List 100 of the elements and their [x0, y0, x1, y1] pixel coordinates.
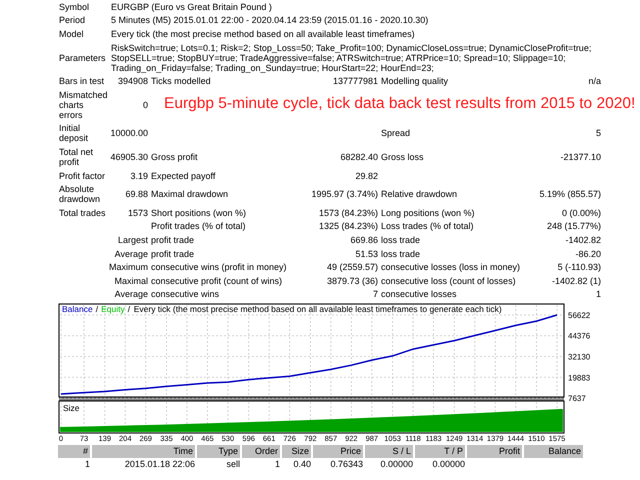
field-label: Model	[58, 28, 85, 39]
axis-tick-label: 19883	[568, 373, 590, 382]
field-value: 0	[142, 100, 148, 110]
field-value: 69.88	[124, 189, 148, 200]
field-value: 7	[372, 289, 378, 300]
table-cell-text: 1	[274, 458, 281, 472]
column-header: T / P	[415, 445, 467, 458]
field-label: Bars in test	[58, 76, 106, 86]
field-label: Absolute drawdown	[58, 184, 102, 204]
axis-tick-label: 32130	[568, 352, 590, 362]
field-value: 51.53	[354, 248, 378, 259]
column-header: S / L	[365, 445, 415, 458]
table-cell-text: 0.76343	[329, 458, 364, 472]
field-label: Mismatched charts errors	[58, 90, 106, 120]
field-label: Expected payoff	[150, 170, 216, 181]
field-value: 49 (2559.57)	[326, 262, 378, 272]
axis-tick-label: 7637	[568, 394, 586, 404]
field-value: -1402.82 (1)	[550, 276, 601, 286]
table-cell-text: 0.00000	[431, 458, 466, 472]
column-header: Size	[282, 445, 313, 458]
field-label: consecutive wins	[150, 289, 220, 300]
field-value: 394908	[116, 76, 148, 86]
field-label: Profit factor	[58, 170, 106, 181]
field-value: 137777981	[332, 76, 378, 86]
legend-label: Balance	[62, 304, 93, 314]
column-header: Price	[313, 445, 365, 458]
field-value: 5 Minutes (M5) 2015.01.01 22:00 - 2020.04.14 23:59 (2015.01.16 - 2020.10.30)	[110, 15, 430, 26]
field-label: profit trade	[150, 234, 196, 245]
legend-separator: /	[128, 304, 130, 314]
field-value: 10000.00	[109, 128, 148, 138]
field-label: Maximal drawdown	[150, 189, 230, 200]
field-value: 3.19	[129, 170, 148, 181]
field-label: Loss trades (% of total)	[380, 221, 475, 232]
field-value: 5 (-110.93)	[556, 262, 601, 272]
field-value: 5.19% (855.57)	[538, 189, 601, 200]
field-value: -21377.10	[559, 152, 601, 162]
field-value: 1573 (84.23%)	[318, 208, 378, 218]
field-label: loss trade	[380, 234, 422, 245]
field-value: Largest	[116, 234, 148, 245]
field-value: Every tick (the most precise method based on all available least timeframes)	[110, 28, 416, 39]
field-value: -1402.82	[564, 234, 601, 245]
field-value: Average	[114, 289, 148, 300]
legend-label: Equity	[101, 304, 125, 314]
table-cell-text: 0.00000	[379, 458, 414, 472]
field-value: -86.20	[574, 248, 601, 259]
column-header: Order	[242, 445, 282, 458]
field-value: 1995.97 (3.74%)	[310, 189, 378, 200]
field-label: Long positions (won %)	[380, 208, 476, 218]
column-header: #	[58, 445, 92, 458]
field-label: Total trades	[58, 208, 106, 218]
field-label: Total net profit	[58, 146, 94, 167]
field-value: 46905.30	[109, 152, 148, 162]
column-header: Balance	[524, 445, 585, 458]
field-value: 68282.40	[339, 152, 378, 162]
field-label: profit trade	[150, 248, 196, 259]
column-header: Profit	[467, 445, 524, 458]
column-header: Type	[197, 445, 242, 458]
annotation-text: Eurgbp 5-minute cycle, tick data back test results from 2015 to 2020!	[164, 94, 636, 113]
field-value: EURGBP (Euro vs Great Britain Pound )	[110, 2, 273, 12]
legend-separator: /	[96, 304, 98, 314]
field-value: RiskSwitch=true; Lots=0.1; Risk=2; Stop_Loss=50; Take_Profit=100; DynamicCloseLoss=true; DynamicCloseProfit=true; StopSELL=true; StopBUY=true; TradeAggressive=false; ATRSwitch=true; ATRPrice=10; Spread=10; Slippage=10; Trading_on_Friday=false; Trading_on_Sunday=true; HourStart=22; HourEnd=23;	[110, 42, 592, 73]
field-value: n/a	[587, 76, 601, 86]
field-value: 5	[594, 128, 601, 138]
field-value: 248 (15.77%)	[546, 221, 601, 232]
field-value: 1573	[126, 208, 148, 218]
field-label: Parameters	[58, 52, 106, 63]
field-label: Relative drawdown	[380, 189, 458, 200]
field-value: 0 (0.00%)	[560, 208, 601, 218]
field-label: consecutive loss (count of losses)	[380, 276, 517, 286]
field-label: consecutive losses	[380, 289, 458, 300]
field-label: consecutive wins (profit in money)	[150, 262, 288, 272]
table-cell-text: 1	[84, 458, 91, 472]
field-label: Short positions (won %)	[150, 208, 248, 218]
field-value: Average	[114, 248, 148, 259]
table-cell-text: sell	[225, 458, 241, 472]
field-label: Period	[58, 15, 86, 26]
field-value: 1	[594, 289, 601, 300]
table-cell-text: 0.40	[292, 458, 312, 472]
field-label: Modelling quality	[380, 76, 450, 86]
field-label: Gross loss	[380, 152, 425, 162]
column-header: Time	[92, 445, 197, 458]
size-label: Size	[63, 403, 80, 414]
field-label: Ticks modelled	[150, 76, 212, 86]
field-label: Gross profit	[150, 152, 199, 162]
field-label: Symbol	[58, 2, 90, 12]
axis-tick-label: 44376	[568, 332, 590, 341]
field-label: consecutive profit (count of wins)	[150, 276, 284, 286]
table-cell-text: 2015.01.18 22:06	[124, 458, 196, 472]
field-label: consecutive losses (loss in money)	[380, 262, 522, 272]
field-label: Spread	[380, 128, 412, 138]
field-value: Maximal	[113, 276, 148, 286]
field-label: Profit trades (% of total)	[150, 221, 247, 232]
field-value: 1325 (84.23%)	[318, 221, 378, 232]
axis-tick-label: 56622	[568, 311, 590, 320]
field-value: 669.86	[349, 234, 378, 245]
field-label: loss trade	[380, 248, 422, 259]
field-value: 3879.73 (36)	[326, 276, 378, 286]
chart-title: Every tick (the most precise method based on all available least timeframes to generate each tick)	[134, 304, 502, 314]
field-label: Initial deposit	[58, 123, 90, 144]
field-value: 29.82	[354, 170, 378, 181]
